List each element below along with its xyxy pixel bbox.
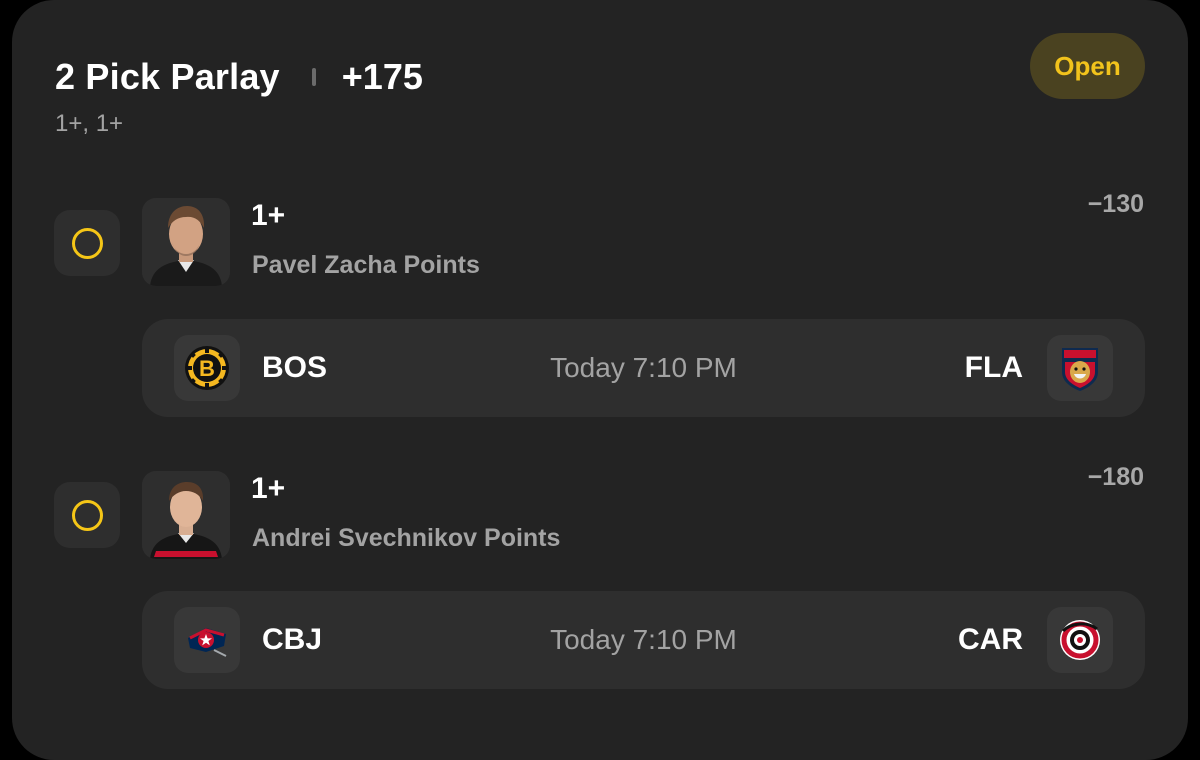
prop-line: 1+ bbox=[251, 199, 286, 232]
home-team: FLA bbox=[964, 351, 1023, 384]
title-divider bbox=[311, 68, 316, 86]
leg-odds: −180 bbox=[1087, 463, 1144, 491]
game-matchup[interactable]: CBJ Today 7:10 PM CAR bbox=[142, 591, 1145, 689]
player-headshot bbox=[142, 198, 230, 286]
leg-odds: −130 bbox=[1087, 190, 1144, 218]
pending-circle-icon bbox=[71, 227, 103, 259]
player-headshot bbox=[142, 471, 230, 559]
parlay-odds: +175 bbox=[341, 56, 423, 97]
pick-status-indicator bbox=[54, 482, 120, 548]
parlay-card[interactable]: 2 Pick Parlay +175 1+, 1+ Open 1+ Pavel … bbox=[12, 0, 1188, 760]
prop-line: 1+ bbox=[251, 472, 286, 505]
panthers-logo-icon bbox=[1047, 335, 1113, 401]
parlay-title: 2 Pick Parlay bbox=[55, 56, 280, 97]
game-matchup[interactable]: B BOS Today 7:10 PM FLA bbox=[142, 319, 1145, 417]
status-badge: Open bbox=[1030, 33, 1145, 99]
hurricanes-logo-icon bbox=[1047, 607, 1113, 673]
pending-circle-icon bbox=[71, 499, 103, 531]
parlay-summary: 1+, 1+ bbox=[55, 110, 124, 137]
prop-label: Andrei Svechnikov Points bbox=[252, 524, 561, 552]
pick-status-indicator bbox=[54, 210, 120, 276]
prop-label: Pavel Zacha Points bbox=[252, 251, 480, 279]
parlay-header: 2 Pick Parlay +175 bbox=[55, 55, 423, 99]
home-team: CAR bbox=[958, 623, 1023, 656]
